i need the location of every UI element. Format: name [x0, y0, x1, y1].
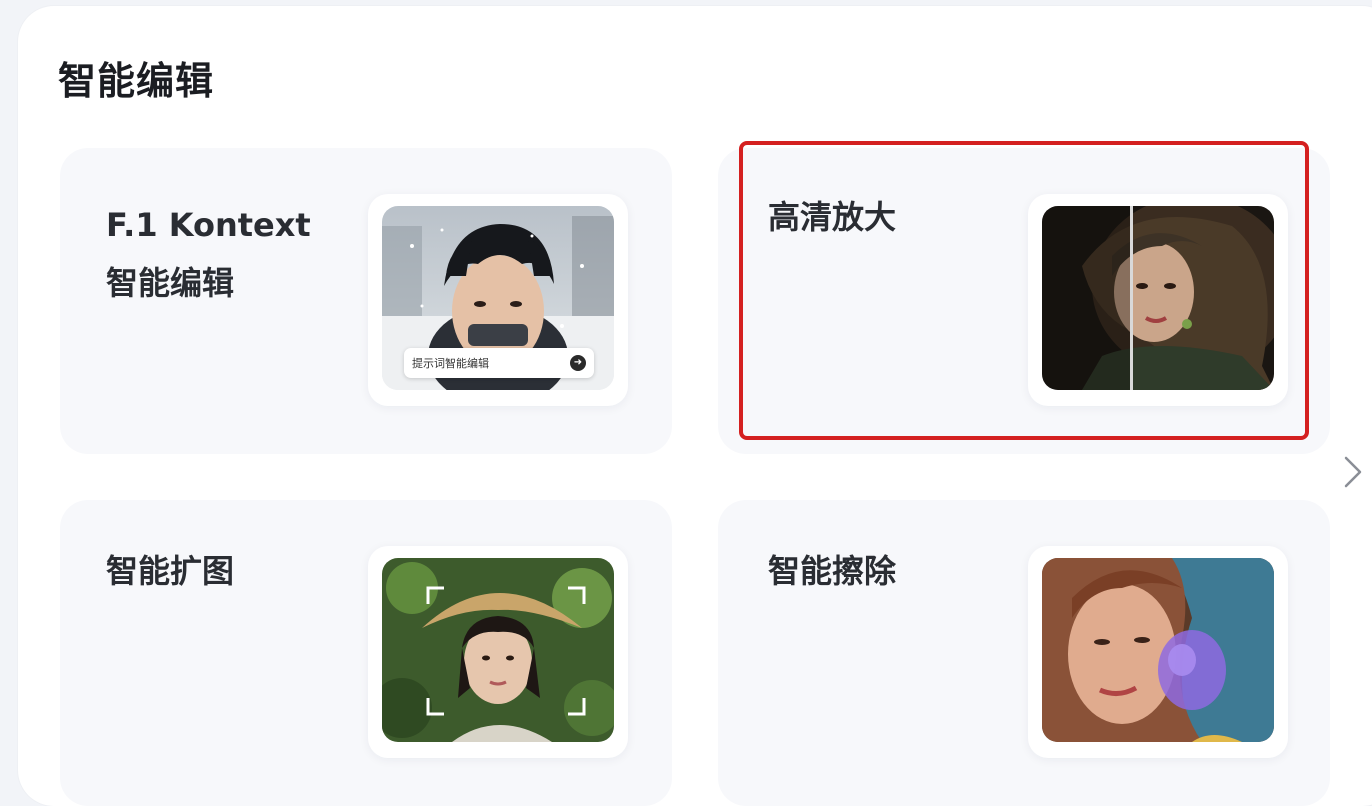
card-kontext-title: F.1 Kontext: [106, 206, 311, 244]
card-expand-label: 智能扩图: [106, 542, 234, 600]
card-expand-thumbnail: [382, 558, 614, 742]
card-smart-erase[interactable]: 智能擦除: [718, 500, 1330, 806]
chevron-right-icon[interactable]: [1340, 452, 1366, 492]
card-erase-thumbnail-frame: [1028, 546, 1288, 758]
send-arrow-icon: ➜: [570, 355, 586, 371]
card-kontext-thumbnail-frame: 提示词智能编辑 ➜: [368, 194, 628, 406]
card-erase-label: 智能擦除: [768, 542, 896, 600]
card-kontext-thumbnail: 提示词智能编辑 ➜: [382, 206, 614, 390]
card-smart-expand[interactable]: 智能扩图: [60, 500, 672, 806]
card-expand-title: 智能扩图: [106, 552, 235, 590]
card-expand-thumbnail-frame: [368, 546, 628, 758]
highlight-annotation: [739, 141, 1309, 440]
section-title: 智能编辑: [58, 59, 215, 103]
card-erase-thumbnail: [1042, 558, 1274, 742]
card-kontext-edit[interactable]: F.1 Kontext 智能编辑 提示词智能编辑 ➜: [60, 148, 672, 454]
prompt-input-overlay: 提示词智能编辑 ➜: [404, 348, 594, 378]
prompt-overlay-text: 提示词智能编辑: [412, 357, 489, 370]
card-kontext-label: F.1 Kontext 智能编辑: [106, 196, 311, 312]
card-erase-title: 智能擦除: [768, 552, 897, 590]
card-kontext-subtitle: 智能编辑: [106, 264, 235, 302]
